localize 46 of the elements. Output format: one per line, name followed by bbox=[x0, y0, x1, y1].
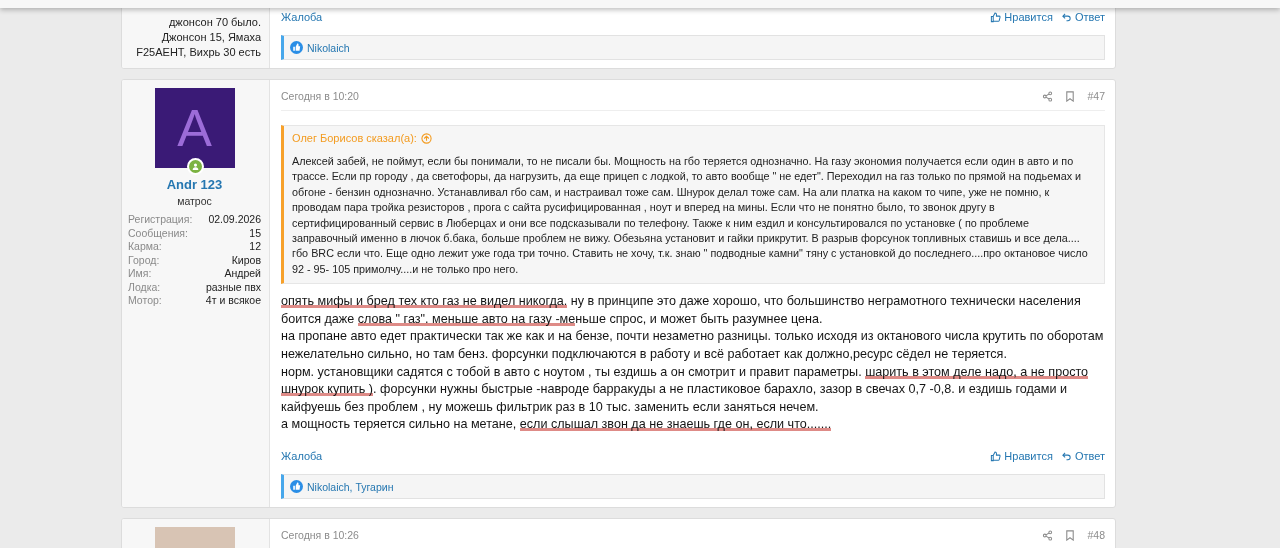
arrow-up-circle-icon[interactable] bbox=[420, 132, 432, 144]
thumbs-up-icon bbox=[990, 450, 1002, 462]
reply-icon bbox=[1060, 450, 1072, 462]
post-paragraph: а мощность теряется сильно на метане, если слышал звон да не знаешь где он, если что....... bbox=[281, 416, 833, 434]
share-icon[interactable] bbox=[1042, 90, 1054, 102]
report-link[interactable]: Жалоба bbox=[281, 450, 323, 462]
detail-value: 4т и всякое bbox=[204, 294, 261, 308]
detail-label: Имя: bbox=[128, 267, 153, 281]
user-details-text: джонсон 70 было. Джонсон 15, Ямаха F25AEHT, Вихрь 30 есть bbox=[135, 15, 261, 60]
reply-link[interactable]: Ответ bbox=[1060, 11, 1105, 23]
post-paragraph: опять мифы и бред тех кто газ не видел никогда. ну в принципе это даже хорошо, что большинство неграмотного технически населения боится даже слова " газ". меньше авто на газу -меньше спрос, и может быть разумнее цена. bbox=[281, 293, 1082, 328]
like-badge-icon bbox=[290, 480, 303, 493]
like-badge-icon bbox=[290, 41, 303, 54]
detail-value: 12 bbox=[248, 240, 261, 254]
detail-label: Регистрация: bbox=[128, 213, 193, 227]
detail-label: Сообщения: bbox=[128, 226, 189, 240]
username-link[interactable]: Andr 123 bbox=[166, 177, 223, 192]
post-number[interactable]: #48 bbox=[1087, 529, 1105, 541]
report-link[interactable]: Жалоба bbox=[281, 11, 323, 23]
likes-users-link[interactable]: Nikolaich bbox=[307, 41, 350, 54]
detail-label: Карма: bbox=[128, 240, 163, 254]
detail-label: Лодка: bbox=[128, 280, 162, 294]
reply-icon bbox=[1060, 11, 1072, 23]
like-link[interactable]: Нравится bbox=[990, 450, 1053, 462]
post-time[interactable]: Сегодня в 10:26 bbox=[281, 529, 359, 541]
detail-label: Город: bbox=[128, 253, 161, 267]
detail-value: Андрей bbox=[223, 267, 261, 281]
bookmark-icon[interactable] bbox=[1065, 90, 1076, 102]
detail-value: Киров bbox=[230, 253, 261, 267]
like-link[interactable]: Нравится bbox=[990, 11, 1053, 23]
detail-value: разные пвх bbox=[205, 280, 261, 294]
share-icon[interactable] bbox=[1042, 529, 1054, 541]
reply-link[interactable]: Ответ bbox=[1060, 450, 1105, 462]
bookmark-icon[interactable] bbox=[1065, 529, 1076, 541]
detail-value: 02.09.2026 bbox=[207, 213, 261, 227]
post-number[interactable]: #47 bbox=[1087, 90, 1105, 102]
likes-users-link[interactable]: Nikolaich, Тугарин bbox=[307, 480, 394, 493]
post-time[interactable]: Сегодня в 10:20 bbox=[281, 90, 359, 102]
thumbs-up-icon bbox=[990, 11, 1002, 23]
post-paragraph: на пропане авто едет практически так же как и на бензе, почти незаметно разницы. только исходя из октанового числа крутить по оборотам нежелательно сильно, но там бенз. форсунки подключаются в работу и всё работает как должно,ресурс сёдел не теряется. bbox=[281, 328, 1105, 364]
detail-value: 15 bbox=[248, 226, 261, 240]
avatar[interactable]: A bbox=[154, 88, 235, 168]
post-paragraph: норм. установщики садятся с тобой в авто с ноутом , ты ездишь а он смотрит и правит параметры. шарить в этом деле надо, а не просто шнурок купить ). форсунки нужны быстрые -навроде барракуды а не пластиковое барахло, зазор в свечах 0,7 -0,8. и ездишь годами и кайфуешь без проблем , ну можешь фильтрик раз в 10 тыс. заменить если заняться нечем. bbox=[281, 363, 1090, 416]
quote-text: Алексей забей, не поймут, если бы понимали, то не писали бы. Мощность на гбо теряется однозначно. На газу экономия получается если один в авто и по трассе. Если пр городу , да светофоры, да нагрузить, да еще прицеп с лодкой, то авто вообще " не едет". Переходил на газ только по прямой на подьемах и обгоне - бензин однозначно. Устанавливал гбо сам, и настраивал тоже сам. Шнурок делал тоже сам. На али платка на каком то чипе, уже не помню, к проводам пара тройка резисторов , прога с сайта русифицированная , ноут и вперед на мины. Если что не понятно было, то звонок другу в сертифицированный сервис в Люберцах и они все подсказывали по телефону. Также к ним ездил и консультировался по установке ( по проблеме заправочный именно в лючок б.бака, больше проблем не вижу. Обезьяна установит и гайки прикрутит. В разрыв форсунок топливных ставишь и все дела.... гбо BRC если что. Еще одно лежит уже года три точно. Ставить не хочу, т.к. знаю " подводные камни" тяну с установкой до последнего....про октановое число 92 - 95- 105 примолчу....и не только про него. bbox=[291, 154, 1089, 277]
detail-label: Мотор: bbox=[128, 294, 163, 308]
user-title: матрос bbox=[177, 195, 212, 207]
